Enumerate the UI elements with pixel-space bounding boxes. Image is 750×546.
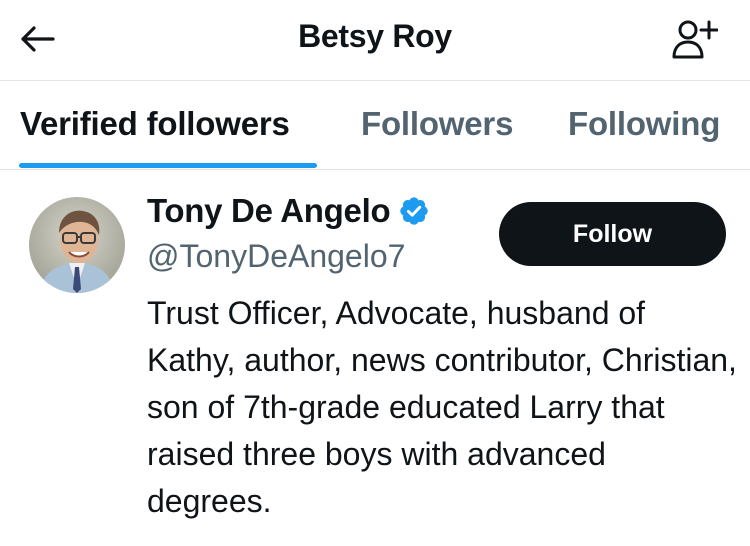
user-list-item[interactable]: Tony De Angelo @TonyDeAngelo7 Follow Tru…	[0, 170, 750, 546]
page-title: Betsy Roy	[298, 18, 452, 54]
tab-following[interactable]: Following	[568, 105, 720, 143]
add-user-button[interactable]	[666, 14, 722, 64]
active-tab-indicator	[19, 163, 317, 168]
user-name[interactable]: Tony De Angelo	[147, 192, 391, 230]
user-handle[interactable]: @TonyDeAngelo7	[147, 238, 405, 275]
tab-followers[interactable]: Followers	[361, 105, 513, 143]
person-add-icon	[672, 20, 718, 59]
user-name-line: Tony De Angelo	[147, 192, 430, 230]
tab-verified-followers[interactable]: Verified followers	[20, 105, 290, 143]
avatar-photo	[29, 197, 125, 293]
verified-badge-icon	[400, 197, 428, 225]
follow-button[interactable]: Follow	[499, 202, 726, 266]
avatar[interactable]	[29, 197, 125, 293]
top-header: Betsy Roy	[0, 0, 750, 80]
user-bio: Trust Officer, Advocate, husband of Kath…	[147, 295, 737, 519]
tab-bar: Verified followers Followers Following	[0, 81, 750, 169]
